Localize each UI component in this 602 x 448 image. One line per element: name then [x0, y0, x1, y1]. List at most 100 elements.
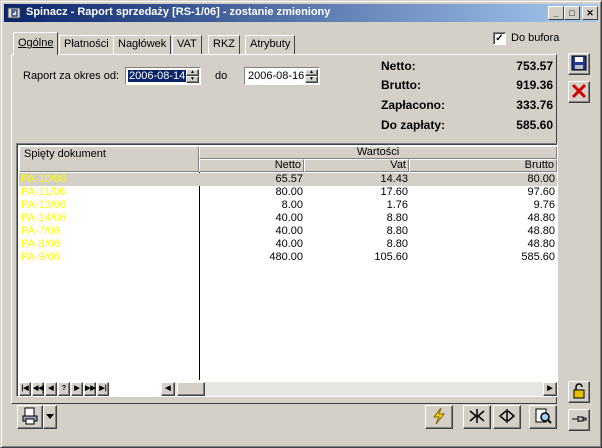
split-button[interactable] [493, 405, 521, 429]
cell-brutto: 48.80 [527, 225, 555, 237]
table-row[interactable]: PA-7/06 40.00 8.80 48.80 [19, 225, 557, 238]
cell-vat: 8.80 [386, 238, 408, 250]
floppy-disk-icon [571, 55, 587, 74]
tab-platnosci[interactable]: Płatności [59, 35, 114, 54]
spin-down-icon[interactable]: ▼ [305, 76, 318, 83]
merge-icon [468, 407, 486, 428]
date-from-spinner[interactable]: ▲ ▼ [186, 69, 199, 83]
padlock-icon [571, 382, 587, 402]
cell-vat: 8.80 [386, 225, 408, 237]
spin-down-icon[interactable]: ▼ [186, 76, 199, 83]
table-row[interactable]: PA-9/06 480.00 105.60 585.60 [19, 251, 557, 264]
scroll-left-arrow-icon[interactable]: ◀ [161, 382, 175, 396]
period-to-label: do [215, 70, 228, 82]
pin-icon [571, 411, 587, 430]
maximize-button[interactable]: □ [564, 6, 580, 20]
spin-up-icon[interactable]: ▲ [186, 69, 199, 76]
cell-document: PA-13/06 [21, 199, 67, 211]
period-label: Raport za okres od: [23, 70, 119, 82]
table-row[interactable]: PA-10/06 65.57 14.43 80.00 [19, 173, 557, 186]
tab-atrybuty[interactable]: Atrybuty [245, 35, 296, 54]
lightning-icon [430, 407, 448, 428]
print-button[interactable] [17, 405, 43, 429]
cell-netto: 40.00 [275, 212, 303, 224]
cell-netto: 480.00 [269, 251, 303, 263]
tab-label: Płatności [64, 38, 109, 50]
table-row[interactable]: PA-8/06 40.00 8.80 48.80 [19, 238, 557, 251]
magnifier-icon [534, 407, 552, 428]
column-header-document[interactable]: Spięty dokument [19, 146, 199, 172]
save-button[interactable] [568, 53, 590, 75]
cell-document: PA-11/06 [21, 186, 66, 198]
total-label: Zapłacono: [381, 98, 446, 112]
date-to-value: 2006-08-16 [248, 70, 305, 82]
title-bar[interactable]: Spinacz - Raport sprzedaży [RS-1/06] - z… [4, 4, 598, 22]
tab-label: Nagłówek [118, 38, 167, 50]
pin-button[interactable] [568, 409, 590, 431]
buffer-checkbox[interactable]: ✓ [493, 32, 506, 45]
next-record-button[interactable]: ▶ [71, 382, 83, 396]
application-window: Spinacz - Raport sprzedaży [RS-1/06] - z… [0, 0, 602, 448]
minimize-button[interactable]: _ [548, 6, 564, 20]
cell-brutto: 585.60 [521, 251, 555, 263]
cell-brutto: 97.60 [527, 186, 555, 198]
table-row[interactable]: PA-11/06 80.00 17.60 97.60 [19, 186, 557, 199]
cell-vat: 105.60 [374, 251, 408, 263]
total-label: Netto: [381, 59, 416, 73]
cell-netto: 65.57 [275, 173, 303, 185]
chevron-down-icon [46, 411, 54, 423]
table-row[interactable]: PA-14/06 40.00 8.80 48.80 [19, 212, 557, 225]
cell-netto: 40.00 [275, 238, 303, 250]
column-header-brutto[interactable]: Brutto [409, 159, 557, 172]
cell-brutto: 48.80 [527, 238, 555, 250]
tab-rkz[interactable]: RKZ [208, 35, 240, 54]
table-row[interactable]: PA-13/06 8.00 1.76 9.76 [19, 199, 557, 212]
tab-naglowek[interactable]: Nagłówek [113, 35, 172, 54]
cell-document: PA-14/06 [21, 212, 67, 224]
cancel-button[interactable] [568, 81, 590, 103]
lock-button[interactable] [568, 381, 590, 403]
tab-ogolne[interactable]: Ogólne [13, 32, 59, 55]
date-to-field[interactable]: 2006-08-16 ▲ ▼ [244, 67, 320, 85]
date-from-field[interactable]: 2006-08-14 ▲ ▼ [125, 67, 201, 85]
cell-brutto: 80.00 [527, 173, 555, 185]
scroll-right-arrow-icon[interactable]: ▶ [543, 382, 557, 396]
cell-vat: 14.43 [380, 173, 408, 185]
tab-label: Ogólne [18, 37, 54, 49]
last-record-button[interactable]: ▶| [97, 382, 109, 396]
tab-vat[interactable]: VAT [172, 35, 202, 54]
spin-up-icon[interactable]: ▲ [305, 69, 318, 76]
total-label: Brutto: [381, 78, 421, 92]
total-label: Do zapłaty: [381, 118, 446, 132]
printer-icon [21, 407, 39, 428]
cell-document: PA-8/06 [21, 238, 60, 250]
date-to-spinner[interactable]: ▲ ▼ [305, 69, 318, 83]
tab-label: Atrybuty [250, 38, 291, 50]
search-record-button[interactable]: ? [58, 382, 70, 396]
cell-vat: 1.76 [386, 199, 408, 211]
join-button[interactable] [463, 405, 491, 429]
cell-brutto: 48.80 [527, 212, 555, 224]
cell-netto: 80.00 [275, 186, 303, 198]
prev-record-button[interactable]: ◀ [45, 382, 57, 396]
prev-page-button[interactable]: ◀◀ [32, 382, 44, 396]
scrollbar-thumb[interactable] [177, 382, 205, 396]
cell-document: PA-7/06 [21, 225, 60, 237]
preview-button[interactable] [529, 405, 557, 429]
total-value: 753.57 [516, 59, 553, 73]
tab-label: VAT [177, 38, 197, 50]
column-group-values: Wartości [199, 146, 557, 159]
cell-document: PA-10/06 [21, 173, 67, 185]
total-value: 919.36 [516, 78, 553, 92]
close-button[interactable]: ✕ [582, 6, 598, 20]
column-header-vat[interactable]: Vat [304, 159, 409, 172]
print-options-dropdown[interactable] [43, 405, 57, 429]
horizontal-scrollbar[interactable]: ◀ ▶ [161, 382, 557, 396]
column-header-netto[interactable]: Netto [199, 159, 304, 172]
cell-brutto: 9.76 [533, 199, 555, 211]
generate-button[interactable] [425, 405, 453, 429]
red-x-icon [571, 83, 587, 102]
first-record-button[interactable]: |◀ [19, 382, 31, 396]
next-page-button[interactable]: ▶▶ [84, 382, 96, 396]
documents-grid[interactable]: Spięty dokument Wartości Netto Vat Brutt… [16, 143, 558, 397]
